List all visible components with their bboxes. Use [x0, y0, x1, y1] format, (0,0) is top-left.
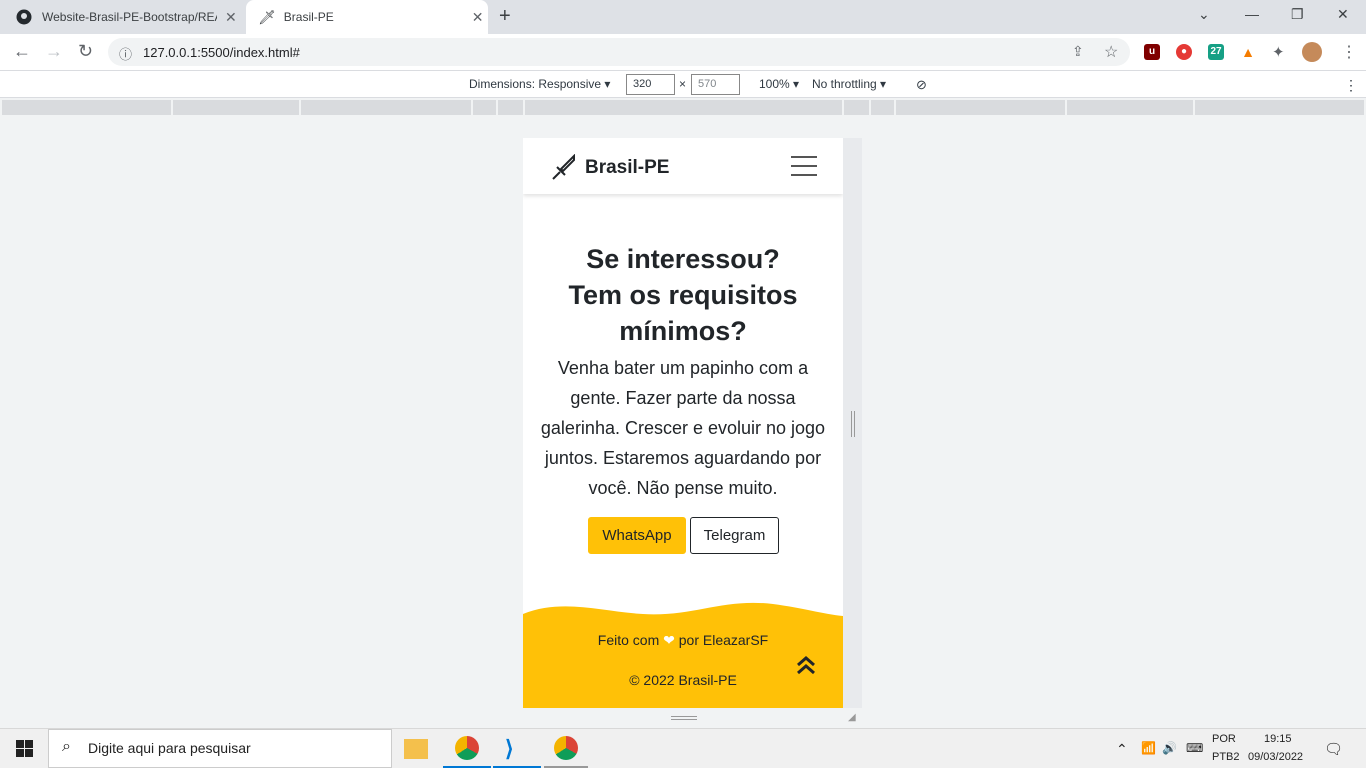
- restore-button[interactable]: ❐: [1291, 6, 1304, 23]
- resize-corner-icon[interactable]: ◢: [848, 712, 856, 723]
- ruler-divider: [299, 100, 301, 115]
- keyboard-layout[interactable]: PTB2: [1212, 751, 1240, 763]
- browser-menu-icon[interactable]: ⋮: [1341, 42, 1357, 62]
- reload-button[interactable]: ↻: [78, 41, 93, 62]
- close-window-button[interactable]: ✕: [1337, 6, 1349, 23]
- language-code[interactable]: POR: [1212, 733, 1236, 745]
- file-explorer-icon[interactable]: [404, 739, 428, 759]
- footer-credit: Feito com ❤ por EleazarSF: [523, 632, 843, 649]
- info-icon[interactable]: ⓘ: [119, 44, 132, 63]
- site-navbar: Brasil-PE: [523, 138, 843, 194]
- minimize-button[interactable]: —: [1245, 6, 1259, 22]
- github-icon: [16, 9, 32, 25]
- ruler-divider: [869, 100, 871, 115]
- chrome-icon[interactable]: [455, 736, 479, 760]
- tray-chevron-icon[interactable]: ⌃: [1116, 741, 1128, 758]
- ruler-divider: [1193, 100, 1195, 115]
- tab-github[interactable]: Website-Brasil-PE-Bootstrap/REA ✕: [16, 0, 246, 34]
- notifications-icon[interactable]: 🗨: [1324, 740, 1343, 758]
- media-query-bar[interactable]: [2, 100, 1364, 115]
- vscode-icon[interactable]: ⟩: [505, 736, 514, 762]
- ruler-divider: [471, 100, 473, 115]
- brand-name[interactable]: Brasil-PE: [585, 157, 669, 179]
- tab-search-chevron-icon[interactable]: ⌄: [1198, 6, 1210, 23]
- extension-27-icon[interactable]: 27: [1208, 44, 1224, 60]
- sword-logo-icon[interactable]: [550, 154, 576, 180]
- bookmark-star-icon[interactable]: ☆: [1104, 42, 1118, 62]
- clock-date[interactable]: 09/03/2022: [1248, 751, 1303, 763]
- ruler-divider: [1065, 100, 1067, 115]
- ublock-icon[interactable]: u: [1144, 44, 1160, 60]
- width-input[interactable]: 320: [626, 74, 675, 95]
- throttle-select[interactable]: No throttling ▾: [812, 77, 886, 91]
- zoom-label: 100%: [759, 77, 790, 91]
- author-text: por EleazarSF: [678, 632, 769, 648]
- heading-line: Se interessou?: [586, 244, 780, 274]
- dimensions-label: Dimensions: Responsive: [469, 77, 602, 91]
- ruler-divider: [842, 100, 844, 115]
- close-tab-icon[interactable]: ✕: [472, 9, 484, 26]
- sword-icon: 🗡: [258, 8, 276, 25]
- volume-icon[interactable]: 🔊: [1162, 741, 1177, 755]
- ruler-divider: [171, 100, 173, 115]
- heart-icon: ❤: [663, 632, 675, 648]
- heading-line: mínimos?: [619, 316, 747, 346]
- times-sign: ×: [679, 77, 687, 91]
- search-icon: ⌕: [62, 738, 71, 755]
- heading-line: Tem os requisitos: [568, 280, 798, 310]
- rotate-icon[interactable]: ⊘: [916, 77, 927, 93]
- url-text[interactable]: 127.0.0.1:5500/index.html#: [143, 45, 300, 60]
- telegram-button[interactable]: Telegram: [690, 517, 779, 554]
- ruler-divider: [523, 100, 525, 115]
- windows-start-icon[interactable]: [16, 740, 33, 757]
- tab-brasil-pe[interactable]: 🗡 Brasil-PE ✕: [246, 0, 488, 34]
- resize-handle-bottom[interactable]: [671, 716, 697, 720]
- share-icon[interactable]: ⇪: [1072, 43, 1084, 60]
- zoom-select[interactable]: 100% ▾: [759, 77, 799, 91]
- device-menu-icon[interactable]: ⋮: [1344, 77, 1358, 94]
- new-tab-button[interactable]: +: [499, 5, 511, 28]
- ruler-divider: [496, 100, 498, 115]
- vlc-icon[interactable]: ▲: [1240, 44, 1256, 60]
- throttle-label: No throttling: [812, 77, 877, 91]
- device-viewport: Brasil-PE Se interessou? Tem os requisit…: [523, 138, 843, 708]
- height-input[interactable]: 570: [691, 74, 740, 95]
- forward-button[interactable]: →: [45, 41, 63, 62]
- ruler-divider: [894, 100, 896, 115]
- input-icon[interactable]: ⌨: [1186, 741, 1203, 755]
- clock-time[interactable]: 19:15: [1264, 733, 1292, 745]
- extension-red-icon[interactable]: ●: [1176, 44, 1192, 60]
- resize-handle-right[interactable]: [851, 411, 855, 437]
- tab-title: Website-Brasil-PE-Bootstrap/REA: [42, 10, 217, 24]
- chrome-icon[interactable]: [554, 736, 578, 760]
- close-tab-icon[interactable]: ✕: [225, 9, 237, 26]
- whatsapp-button[interactable]: WhatsApp: [588, 517, 686, 554]
- network-icon[interactable]: 📶: [1141, 741, 1156, 755]
- made-with-text: Feito com: [597, 632, 660, 648]
- tab-title: Brasil-PE: [283, 10, 334, 24]
- back-button[interactable]: ←: [13, 41, 31, 62]
- cta-paragraph: Venha bater um papinho com a gente. Faze…: [540, 358, 826, 498]
- profile-avatar[interactable]: [1302, 42, 1322, 62]
- search-placeholder: Digite aqui para pesquisar: [88, 740, 251, 756]
- dimensions-select[interactable]: Dimensions: Responsive ▾: [469, 77, 610, 91]
- extensions-puzzle-icon[interactable]: ✦: [1272, 43, 1285, 61]
- cta-heading: Se interessou? Tem os requisitos mínimos…: [523, 241, 843, 349]
- hamburger-menu-icon[interactable]: [791, 156, 817, 176]
- back-to-top-icon[interactable]: [795, 654, 817, 676]
